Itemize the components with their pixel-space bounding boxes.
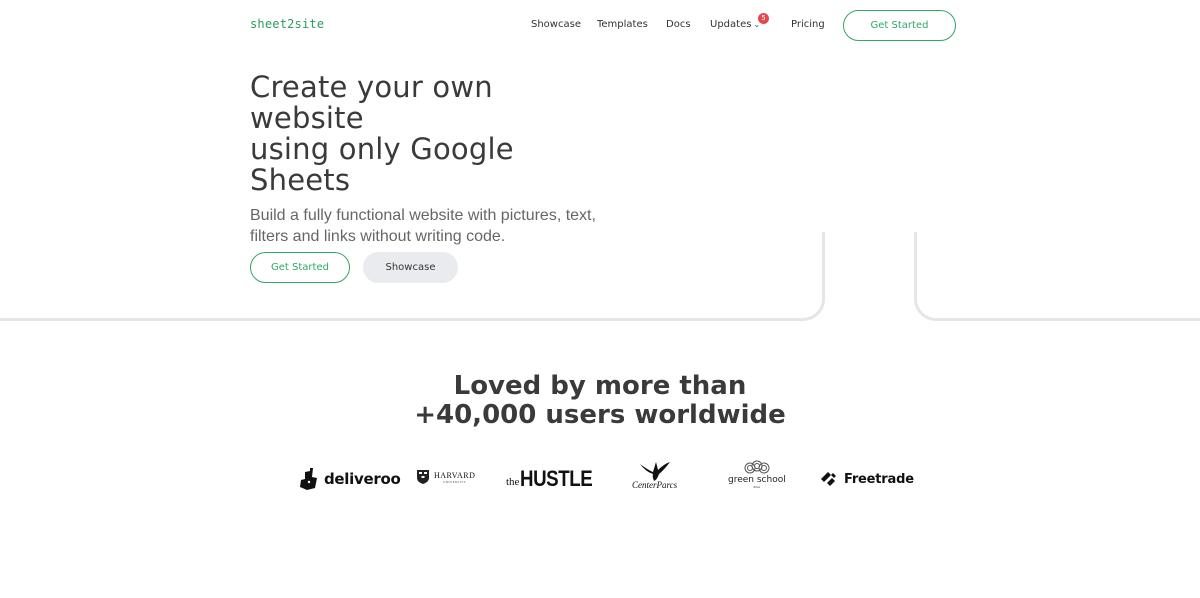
social-proof-line: Loved by more than [453, 371, 747, 401]
nav-link-showcase[interactable]: Showcase [531, 19, 581, 30]
hero-title-line: Create your own [250, 70, 493, 104]
harvard-shield-icon [417, 470, 429, 484]
greenschool-wordmark: green school [728, 475, 786, 485]
top-navigation: sheet2site Showcase Templates Docs Updat… [0, 0, 1200, 50]
hero-title-line: Sheets [250, 163, 351, 197]
hustle-wordmark: HUSTLE [520, 466, 593, 491]
hero-showcase-button[interactable]: Showcase [363, 252, 458, 283]
deliveroo-kangaroo-icon [300, 468, 317, 490]
hero-subtitle: Build a fully functional website with pi… [250, 207, 596, 245]
social-proof-line: +40,000 users worldwide [414, 400, 786, 430]
customer-logos: deliveroo HARVARD UNIVERSITY the HUSTLE … [0, 458, 1200, 498]
harvard-wordmark: HARVARD [434, 470, 476, 480]
hustle-prefix: the [506, 476, 520, 488]
harvard-logo: HARVARD UNIVERSITY [417, 470, 475, 484]
freetrade-mark-icon [821, 472, 836, 486]
centerparcs-wordmark: CenterParcs [632, 480, 678, 490]
social-proof-title: Loved by more than +40,000 users worldwi… [300, 372, 900, 430]
hero-title: Create your own website using only Googl… [250, 72, 590, 196]
updates-badge: 5 [758, 13, 769, 24]
freetrade-logo: Freetrade [819, 469, 914, 489]
nav-link-updates-label: Updates [710, 19, 752, 30]
hustle-logo: the HUSTLE [506, 466, 605, 492]
hero-title-line: website [250, 101, 364, 135]
nav-link-docs[interactable]: Docs [666, 19, 691, 30]
deliveroo-logo: deliveroo [298, 468, 401, 490]
centerparcs-logo: CenterParcs [632, 460, 677, 490]
harvard-subtext: UNIVERSITY [443, 479, 467, 484]
nav-get-started-button[interactable]: Get Started [843, 10, 956, 41]
duck-icon [639, 462, 670, 481]
greenschool-subtext: BALI [753, 485, 761, 489]
freetrade-wordmark: Freetrade [844, 471, 914, 487]
hero-title-line: using only Google [250, 132, 514, 166]
hero-get-started-button[interactable]: Get Started [250, 252, 350, 283]
greenschool-logo: green school BALI [728, 460, 786, 489]
greenschool-emblem-icon [744, 460, 770, 474]
deliveroo-wordmark: deliveroo [324, 470, 401, 488]
site-logo[interactable]: sheet2site [250, 17, 324, 31]
nav-link-templates[interactable]: Templates [597, 19, 648, 30]
nav-link-updates[interactable]: Updates ⌄ [710, 19, 760, 30]
nav-link-pricing[interactable]: Pricing [791, 19, 825, 30]
